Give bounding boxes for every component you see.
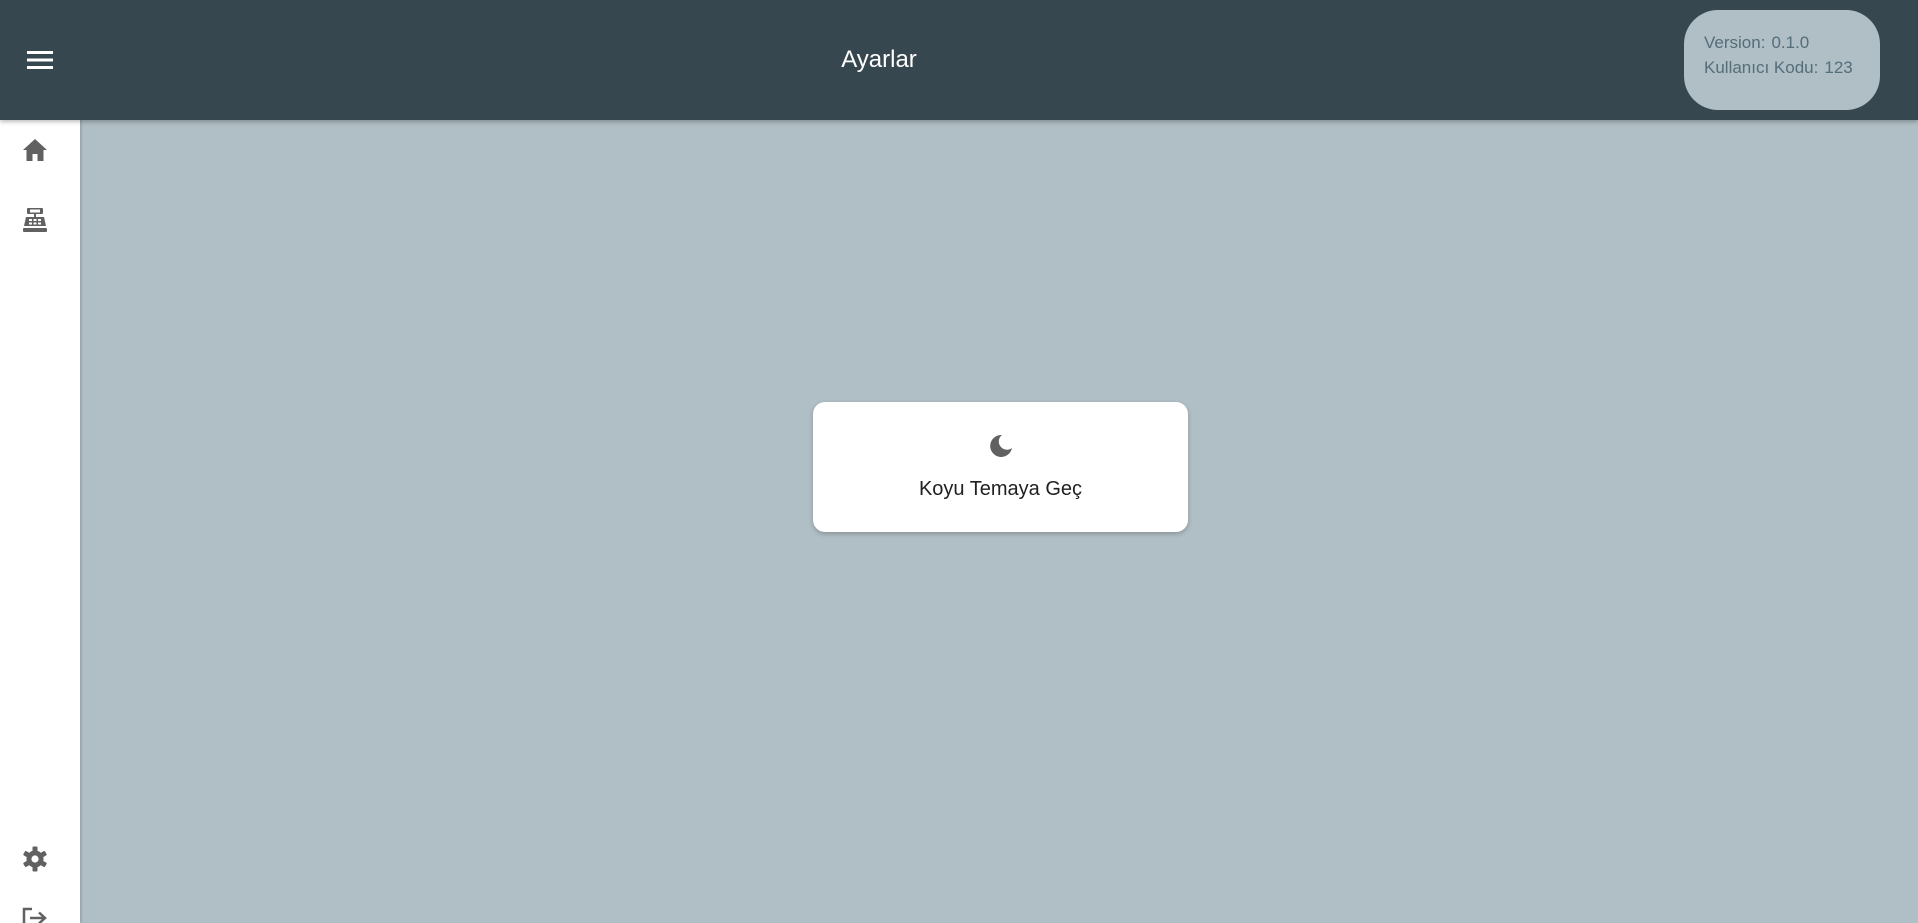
- sidebar-item-logout[interactable]: [18, 901, 52, 923]
- sidebar: [0, 0, 80, 923]
- dark-theme-toggle-label: Koyu Temaya Geç: [918, 478, 1083, 500]
- sidebar-item-cash-register[interactable]: [18, 203, 52, 237]
- cash-register-icon: [23, 208, 47, 232]
- app-root: Ayarlar Version: 0.1.0 Kullanıcı Kodu: 1…: [0, 0, 1918, 923]
- sidebar-item-settings[interactable]: [18, 842, 52, 876]
- menu-button[interactable]: [22, 45, 58, 75]
- moon-icon: [989, 434, 1012, 457]
- user-code-line: Kullanıcı Kodu: 123: [1704, 55, 1880, 80]
- menu-icon: [27, 51, 53, 69]
- logout-icon: [22, 907, 47, 923]
- version-value: 0.1.0: [1771, 33, 1810, 52]
- user-code-value: 123: [1824, 58, 1853, 77]
- page-title: Ayarlar: [841, 46, 917, 73]
- dark-theme-toggle-card[interactable]: Koyu Temaya Geç: [813, 402, 1188, 532]
- home-icon: [23, 139, 47, 161]
- version-line: Version: 0.1.0: [1704, 30, 1880, 55]
- sidebar-item-home[interactable]: [18, 133, 52, 167]
- version-label: Version:: [1704, 33, 1766, 52]
- gear-icon: [23, 846, 47, 872]
- top-app-bar: Ayarlar Version: 0.1.0 Kullanıcı Kodu: 1…: [0, 0, 1918, 120]
- app-info-badge: Version: 0.1.0 Kullanıcı Kodu: 123: [1684, 10, 1880, 110]
- user-code-label: Kullanıcı Kodu:: [1704, 58, 1819, 77]
